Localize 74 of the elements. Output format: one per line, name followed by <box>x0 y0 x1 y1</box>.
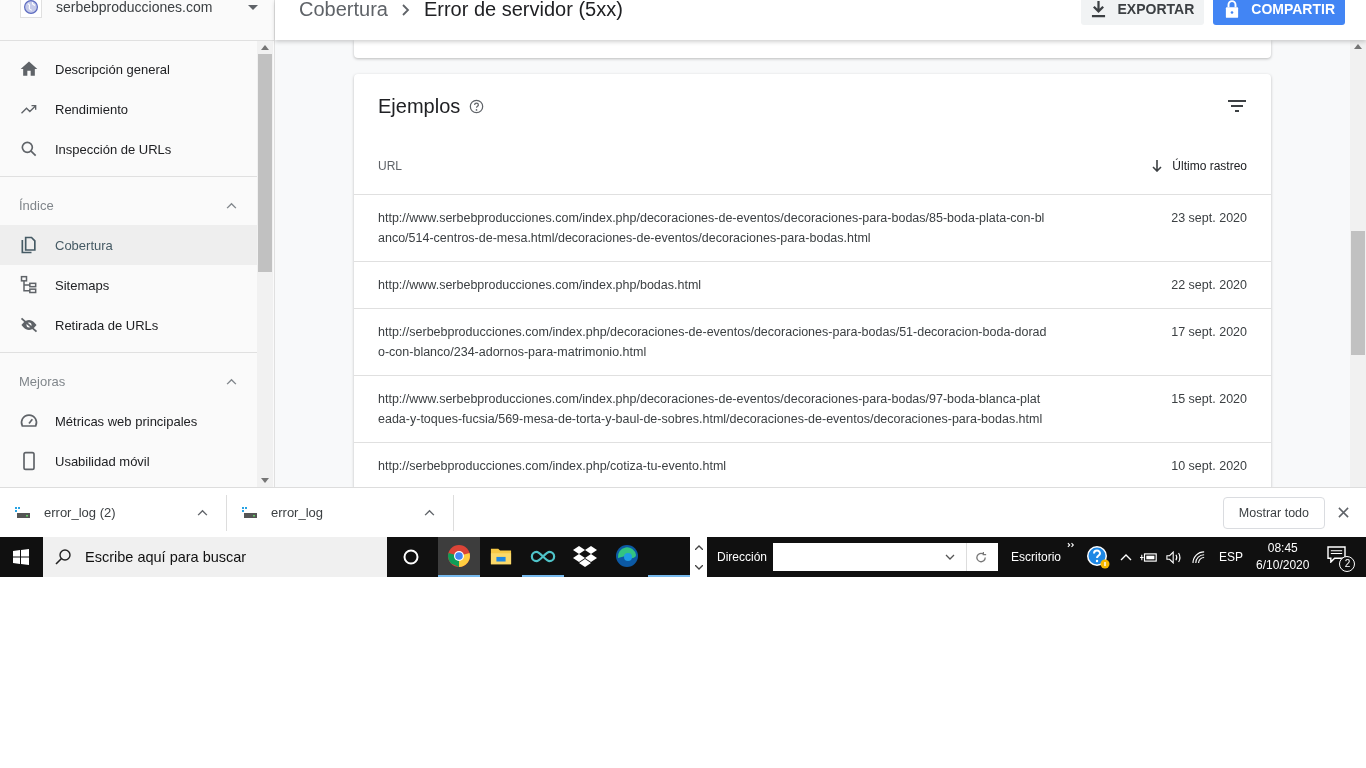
dropdown-caret-icon <box>248 4 258 10</box>
sitemap-icon <box>19 275 39 295</box>
scroll-up-arrow-icon[interactable] <box>261 45 269 50</box>
nav-item[interactable]: Retirada de URLs <box>0 305 257 345</box>
chevron-icon[interactable] <box>226 201 237 209</box>
column-header: URL <box>378 159 402 173</box>
download-name[interactable]: error_log <box>271 505 411 520</box>
toolbar-label[interactable]: Escritorio <box>1011 550 1062 564</box>
search-field[interactable]: Escribe aquí para buscar <box>43 537 387 577</box>
chevron-down-icon <box>945 554 955 560</box>
nav-item[interactable]: Cobertura <box>0 225 257 265</box>
property-selector[interactable]: serbebproducciones.com <box>20 0 262 15</box>
card-title: Ejemplos <box>378 94 461 118</box>
help-icon[interactable] <box>1086 545 1111 569</box>
page-title: Error de servidor (5xx) <box>423 0 623 21</box>
nav-item[interactable]: Usabilidad móvil <box>0 441 257 481</box>
nav-item[interactable]: Descripción general <box>0 49 257 89</box>
home-icon <box>19 59 39 79</box>
clock[interactable]: 08:45 6/10/2020 <box>1256 540 1310 574</box>
url-link[interactable]: http://www.serbebproducciones.com/index.php/decoraciones-de-eventos/decoraciones-para-bodas/97-boda-blanca-plat eada-y-toques-fucsia/569-mesa-de-torta-y-baul-de-sobres.html/decoraciones-de-eventos/decoraciones-para-bodas.html <box>378 389 1043 429</box>
breadcrumb-link[interactable]: Cobertura <box>299 0 388 21</box>
url-link[interactable]: http://www.serbebproducciones.com/index.php/decoraciones-de-eventos/decoraciones-para-bodas/85-boda-plata-con-bl anco/514-centros-de-mesa.html/decoraciones-de-eventos/decoraciones-para-bodas.html <box>378 208 1045 248</box>
circle-icon[interactable] <box>403 549 419 565</box>
battery-icon[interactable] <box>1140 551 1159 563</box>
lock-icon <box>1225 0 1240 18</box>
pages-icon <box>19 235 39 255</box>
sort-down-arrow-icon[interactable] <box>1152 160 1163 172</box>
scrollbar[interactable] <box>257 41 273 487</box>
export-button[interactable]: EXPORTAR <box>1080 0 1205 25</box>
table-cell-text: 17 sept. 2020 <box>1171 324 1247 341</box>
chevron-icon[interactable] <box>226 377 237 385</box>
file-icon <box>15 506 31 519</box>
language-indicator[interactable]: ESP <box>1219 550 1244 564</box>
nav-item[interactable]: Inspección de URLs <box>0 129 257 169</box>
help-icon[interactable] <box>469 98 485 114</box>
address-label: Dirección <box>717 550 767 564</box>
address-field[interactable] <box>773 543 998 571</box>
scroll-thumb[interactable] <box>1351 231 1365 355</box>
nav-item[interactable]: Rendimiento <box>0 89 257 129</box>
section-heading: Índice <box>19 197 55 213</box>
nav-item[interactable]: Sitemaps <box>0 265 257 305</box>
download-icon <box>1090 0 1106 18</box>
table-cell-text: 22 sept. 2020 <box>1171 277 1247 294</box>
scroll-down-arrow-icon[interactable] <box>261 478 269 483</box>
nav-item[interactable]: Métricas web principales <box>0 401 257 441</box>
search-icon <box>19 139 39 159</box>
file-icon <box>242 506 258 519</box>
windows-icon[interactable] <box>13 549 29 565</box>
download-name[interactable]: error_log (2) <box>44 505 184 520</box>
scroll-up-arrow-icon[interactable] <box>1354 44 1362 49</box>
chevron-down-icon[interactable] <box>694 564 703 570</box>
section-heading: Mejoras <box>19 373 67 389</box>
double-chevron-icon[interactable] <box>1067 542 1077 548</box>
browser-icon[interactable] <box>438 537 480 577</box>
close-icon[interactable] <box>1338 507 1349 518</box>
url-link[interactable]: http://serbebproducciones.com/index.php/cotiza-tu-evento.html <box>378 456 727 476</box>
chevron-right-icon <box>401 3 410 16</box>
scroll-thumb[interactable] <box>258 54 272 272</box>
notification-badge: 2 <box>1339 556 1356 572</box>
notification-icon[interactable] <box>1327 546 1347 563</box>
show-all-button[interactable]: Mostrar todo <box>1222 496 1325 529</box>
scrollbar[interactable] <box>1350 40 1366 487</box>
share-button[interactable]: COMPARTIR <box>1213 0 1345 25</box>
eye-slash-icon <box>19 315 39 335</box>
filter-icon[interactable] <box>1228 100 1246 112</box>
table-cell-text: 23 sept. 2020 <box>1171 210 1247 227</box>
search-icon <box>55 549 71 565</box>
column-header[interactable]: Último rastreo <box>1172 159 1247 173</box>
url-link[interactable]: http://serbebproducciones.com/index.php/decoraciones-de-eventos/decoraciones-para-bodas/51-decoracion-boda-dorad o-con-blanco/234-adornos-para-matrimonio.html <box>378 322 1047 362</box>
refresh-icon[interactable] <box>975 550 988 564</box>
table-cell-text: 10 sept. 2020 <box>1171 458 1247 475</box>
url-link[interactable]: http://www.serbebproducciones.com/index.php/bodas.html <box>378 275 702 295</box>
chevron-up-icon[interactable] <box>694 544 703 550</box>
table-cell-text: 15 sept. 2020 <box>1171 391 1247 408</box>
